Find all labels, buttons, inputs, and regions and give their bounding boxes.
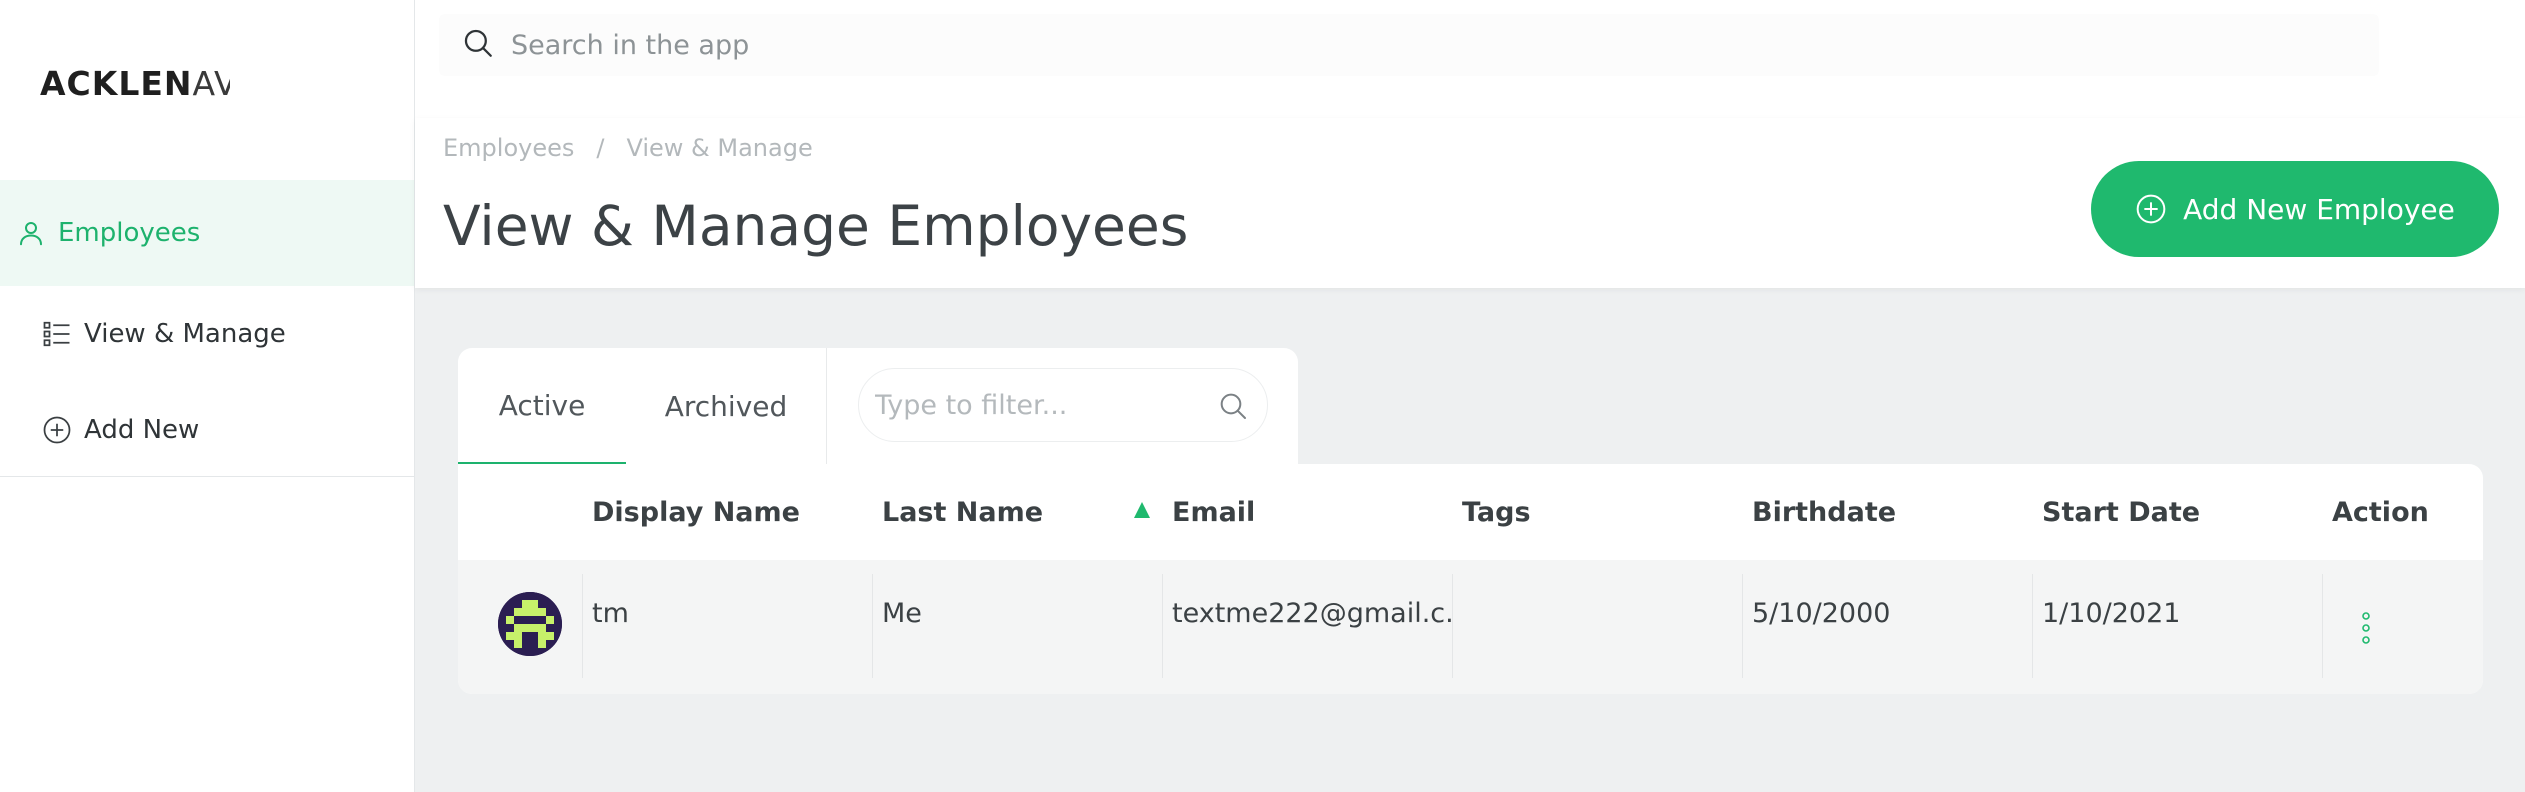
sidebar-item-add-new[interactable]: Add New	[0, 382, 414, 478]
cell-divider	[582, 574, 583, 678]
add-button-label: Add New Employee	[2183, 192, 2455, 226]
cell-birthdate: 5/10/2000	[1752, 598, 1891, 629]
cell-last-name: Me	[882, 598, 922, 629]
cell-display-name: tm	[592, 598, 629, 629]
column-header-birthdate[interactable]: Birthdate	[1752, 464, 1896, 560]
search-icon[interactable]	[1217, 390, 1249, 426]
sort-asc-icon[interactable]	[1134, 502, 1150, 518]
column-header-tags[interactable]: Tags	[1462, 464, 1531, 560]
cell-divider	[1162, 574, 1163, 678]
search-input[interactable]	[511, 29, 2311, 61]
table-filter	[858, 368, 1268, 442]
breadcrumb: Employees / View & Manage	[443, 134, 813, 162]
list-icon	[40, 317, 74, 351]
column-header-email[interactable]: Email	[1172, 464, 1255, 560]
cell-divider	[1452, 574, 1453, 678]
filter-input[interactable]	[875, 389, 1195, 421]
sidebar-nav: Employees View & Manage Add New	[0, 180, 414, 478]
user-icon	[14, 216, 48, 250]
sidebar-divider	[0, 476, 414, 477]
cell-divider	[2322, 574, 2323, 678]
sidebar-section-employees[interactable]: Employees	[0, 180, 414, 286]
sidebar-item-label: Add New	[84, 415, 200, 445]
cell-tags	[1462, 560, 1742, 694]
tabs-divider	[826, 348, 827, 466]
tabs-bar: Active Archived	[458, 348, 1298, 466]
page-title: View & Manage Employees	[443, 194, 1189, 258]
cell-start-date: 1/10/2021	[2042, 598, 2181, 629]
kebab-icon[interactable]	[2358, 610, 2374, 650]
search-icon[interactable]	[461, 26, 495, 64]
breadcrumb-root[interactable]: Employees	[443, 134, 574, 162]
cell-divider	[1742, 574, 1743, 678]
plus-circle-icon	[2135, 193, 2167, 225]
sidebar-section-label: Employees	[58, 218, 201, 248]
cell-divider	[872, 574, 873, 678]
plus-circle-icon	[40, 413, 74, 447]
page-header: Employees / View & Manage View & Manage Em…	[415, 118, 2525, 288]
cell-email: textme222@gmail.c...	[1172, 598, 1452, 629]
logo-tail: AV	[192, 64, 230, 103]
breadcrumb-separator: /	[596, 134, 605, 162]
column-header-action: Action	[2332, 496, 2429, 528]
cell-divider	[2032, 574, 2033, 678]
global-search	[439, 14, 2379, 76]
sidebar-item-view-manage[interactable]: View & Manage	[0, 286, 414, 382]
column-header-last-name[interactable]: Last Name	[882, 464, 1043, 560]
tab-archived[interactable]: Archived	[626, 348, 826, 464]
employees-table: Display Name Last Name Email Tags Birthd…	[458, 464, 2483, 694]
topbar	[415, 0, 2525, 118]
add-new-employee-button[interactable]: Add New Employee	[2091, 161, 2499, 257]
column-header-display-name[interactable]: Display Name	[592, 464, 800, 560]
sidebar: ACKLENAV Employees View & Manage Add New	[0, 0, 415, 792]
table-header: Display Name Last Name Email Tags Birthd…	[458, 464, 2483, 560]
app-logo[interactable]: ACKLENAV	[40, 64, 230, 103]
table-row[interactable]: tm Me textme222@gmail.c... 5/10/2000 1/1…	[458, 560, 2483, 694]
logo-main: ACKLEN	[40, 64, 193, 103]
column-header-start-date[interactable]: Start Date	[2042, 464, 2200, 560]
tab-active[interactable]: Active	[458, 348, 626, 464]
breadcrumb-current: View & Manage	[626, 134, 813, 162]
sidebar-item-label: View & Manage	[84, 319, 286, 349]
avatar	[498, 592, 562, 656]
